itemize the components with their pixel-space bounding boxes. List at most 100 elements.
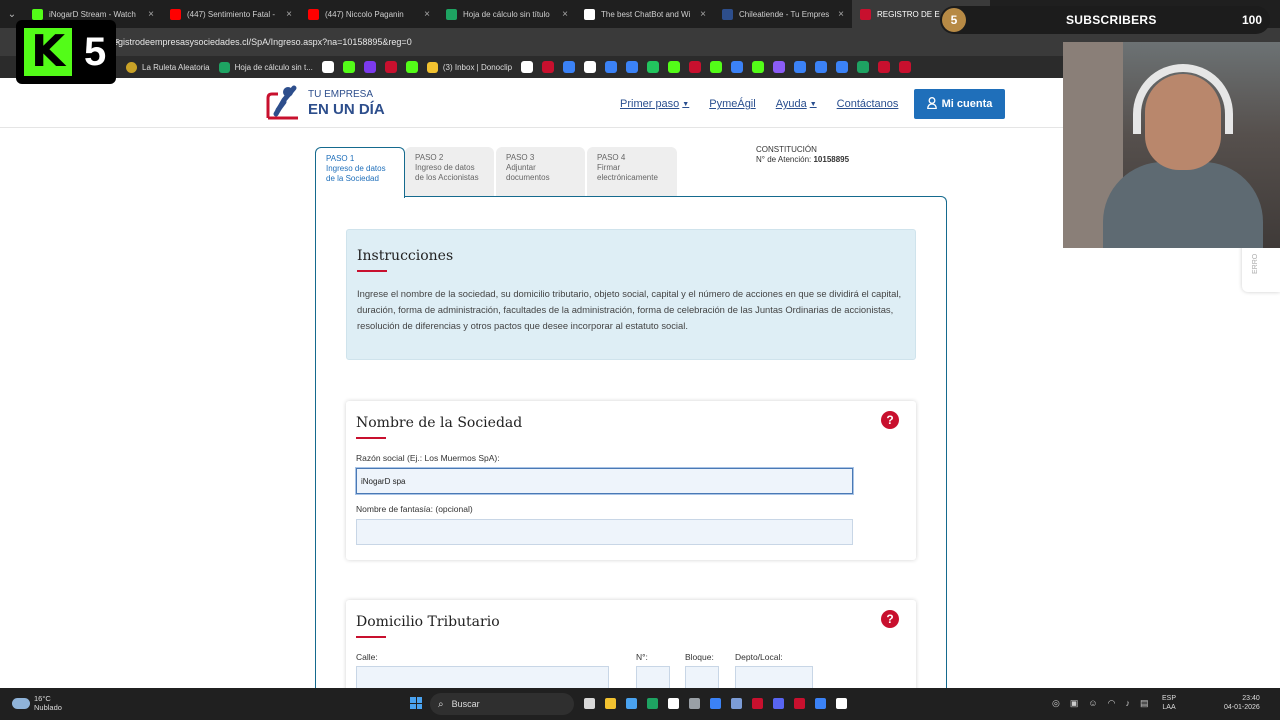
bookmark-icon[interactable] xyxy=(815,61,828,73)
browser-tab[interactable]: (447) Niccolo Paganin × xyxy=(300,0,438,28)
fantasia-input[interactable] xyxy=(356,519,853,545)
windows-taskbar: 16°C Nublado ⌕ Buscar ◎ ▣ ☺ ◠ ♪ ▤ ESP LA… xyxy=(0,688,1280,720)
title-underline xyxy=(357,270,387,272)
taskbar-app-icon[interactable] xyxy=(836,698,847,709)
taskbar-app-icon[interactable] xyxy=(668,698,679,709)
site-logo[interactable]: TU EMPRESA EN UN DÍA xyxy=(264,84,385,122)
step-tab-1[interactable]: PASO 1 Ingreso de datos de la Sociedad xyxy=(315,147,405,198)
close-tab-icon[interactable]: × xyxy=(838,9,844,20)
bookmark-icon[interactable] xyxy=(542,61,555,73)
nav-primer-paso[interactable]: Primer paso ▼ xyxy=(620,98,689,110)
bookmark-icon[interactable] xyxy=(384,61,397,73)
taskbar-app-icon[interactable] xyxy=(794,698,805,709)
step-label: de los Accionistas xyxy=(415,173,479,182)
bookmark-inbox-icon xyxy=(426,61,438,73)
bookmark-icon[interactable] xyxy=(773,61,786,73)
bookmark-icon[interactable] xyxy=(342,61,355,73)
language-indicator[interactable]: ESP LAA xyxy=(1162,694,1176,712)
taskbar-app-icon[interactable] xyxy=(815,698,826,709)
bookmark-hoja[interactable]: Hoja de cálculo sin t... xyxy=(218,61,313,73)
tab-favicon-icon xyxy=(860,8,871,20)
bookmark-icon[interactable] xyxy=(899,61,912,73)
clock[interactable]: 23:40 04-01-2026 xyxy=(1224,694,1260,712)
bookmark-ruleta[interactable]: La Ruleta Aleatoria xyxy=(126,61,210,73)
taskbar-search[interactable]: ⌕ Buscar xyxy=(430,693,574,715)
weather-status: Nublado xyxy=(34,703,62,712)
browser-tab[interactable]: (447) Sentimiento Fatal - × xyxy=(162,0,300,28)
bookmark-icon[interactable] xyxy=(857,61,870,73)
main-nav: Primer paso ▼ PymeÁgil Ayuda ▼ Contáctanos xyxy=(620,98,918,110)
nav-pymeagil[interactable]: PymeÁgil xyxy=(709,98,755,110)
taskbar-app-icon[interactable] xyxy=(647,698,658,709)
step-label: Ingreso de datos xyxy=(326,164,386,173)
instructions-title: Instrucciones xyxy=(357,248,454,264)
taskbar-app-icon[interactable] xyxy=(605,698,616,709)
taskbar-app-icon[interactable] xyxy=(710,698,721,709)
bookmark-icon[interactable] xyxy=(752,61,765,73)
url-text[interactable]: registrodeempresasysociedades.cl/SpA/Ing… xyxy=(110,37,412,47)
attention-label: N° de Atención: xyxy=(756,154,812,164)
bookmark-icon[interactable] xyxy=(836,61,849,73)
close-tab-icon[interactable]: × xyxy=(700,9,706,20)
step-tab-2[interactable]: PASO 2 Ingreso de datos de los Accionist… xyxy=(405,147,494,197)
nav-ayuda[interactable]: Ayuda ▼ xyxy=(776,98,817,110)
bookmark-icon[interactable] xyxy=(605,61,618,73)
taskbar-app-icon[interactable] xyxy=(626,698,637,709)
bookmark-icon[interactable] xyxy=(321,61,334,73)
razon-social-input[interactable]: iNogarD spa xyxy=(356,468,853,494)
bookmark-icon[interactable] xyxy=(689,61,702,73)
bookmark-icon[interactable] xyxy=(731,61,744,73)
bookmark-icon[interactable] xyxy=(363,61,376,73)
close-tab-icon[interactable]: × xyxy=(424,9,430,20)
taskbar-app-icon[interactable] xyxy=(689,698,700,709)
cloud-icon xyxy=(12,697,30,709)
bookmark-icon[interactable] xyxy=(878,61,891,73)
close-tab-icon[interactable]: × xyxy=(148,9,154,20)
kick-logo-icon: K xyxy=(24,28,72,76)
search-label: Buscar xyxy=(451,699,480,709)
subscribers-goal: 5 SUBSCRIBERS 100 xyxy=(940,6,1270,34)
subs-current: 5 xyxy=(942,8,966,32)
close-tab-icon[interactable]: × xyxy=(562,9,568,20)
bookmark-icon[interactable] xyxy=(710,61,723,73)
step-label: Firmar xyxy=(597,163,621,172)
tray-icon[interactable]: ☺ xyxy=(1088,698,1097,709)
tray-icon[interactable]: ▤ xyxy=(1140,698,1149,709)
bookmark-icon[interactable] xyxy=(668,61,681,73)
tax-address-card: Domicilio Tributario ? Calle: N°: Bloque… xyxy=(346,600,916,700)
tab-favicon-icon xyxy=(170,8,181,20)
browser-tab[interactable]: Chileatiende - Tu Empres × xyxy=(714,0,852,28)
help-icon[interactable]: ? xyxy=(881,610,899,628)
bookmark-icon[interactable] xyxy=(405,61,418,73)
bookmark-icon[interactable] xyxy=(794,61,807,73)
side-tab-label: ERRO xyxy=(1252,253,1259,274)
tray-icon[interactable]: ◎ xyxy=(1052,698,1060,709)
step-tab-3[interactable]: PASO 3 Adjuntar documentos xyxy=(496,147,585,197)
wifi-icon[interactable]: ◠ xyxy=(1108,698,1116,709)
address-row: Calle: N°: Bloque: Depto/Local: xyxy=(356,652,906,692)
help-icon[interactable]: ? xyxy=(881,411,899,429)
nav-contactanos[interactable]: Contáctanos xyxy=(837,98,899,110)
step-tab-4[interactable]: PASO 4 Firmar electrónicamente xyxy=(587,147,677,197)
bookmark-icon[interactable] xyxy=(626,61,639,73)
tray-icon[interactable]: ▣ xyxy=(1070,698,1079,709)
nav-label: Primer paso xyxy=(620,98,680,110)
bookmark-icon[interactable] xyxy=(563,61,576,73)
bookmark-inbox[interactable]: (3) Inbox | Donoclip xyxy=(426,61,512,73)
bookmark-icon[interactable] xyxy=(647,61,660,73)
taskbar-app-icon[interactable] xyxy=(584,698,595,709)
step-number: PASO 3 xyxy=(506,153,535,162)
close-tab-icon[interactable]: × xyxy=(286,9,292,20)
my-account-button[interactable]: Mi cuenta xyxy=(914,89,1005,119)
bookmark-icon[interactable] xyxy=(584,61,597,73)
taskbar-app-icon[interactable] xyxy=(731,698,742,709)
windows-start-icon[interactable] xyxy=(410,697,422,709)
bookmark-sheets-icon xyxy=(218,61,230,73)
taskbar-app-icon[interactable] xyxy=(773,698,784,709)
microphone-icon[interactable]: ♪ xyxy=(1125,698,1130,709)
weather-widget[interactable]: 16°C Nublado xyxy=(12,694,62,712)
browser-tab[interactable]: Hoja de cálculo sin título × xyxy=(438,0,576,28)
browser-tab[interactable]: The best ChatBot and Wi × xyxy=(576,0,714,28)
taskbar-app-icon[interactable] xyxy=(752,698,763,709)
bookmark-icon[interactable] xyxy=(521,61,534,73)
